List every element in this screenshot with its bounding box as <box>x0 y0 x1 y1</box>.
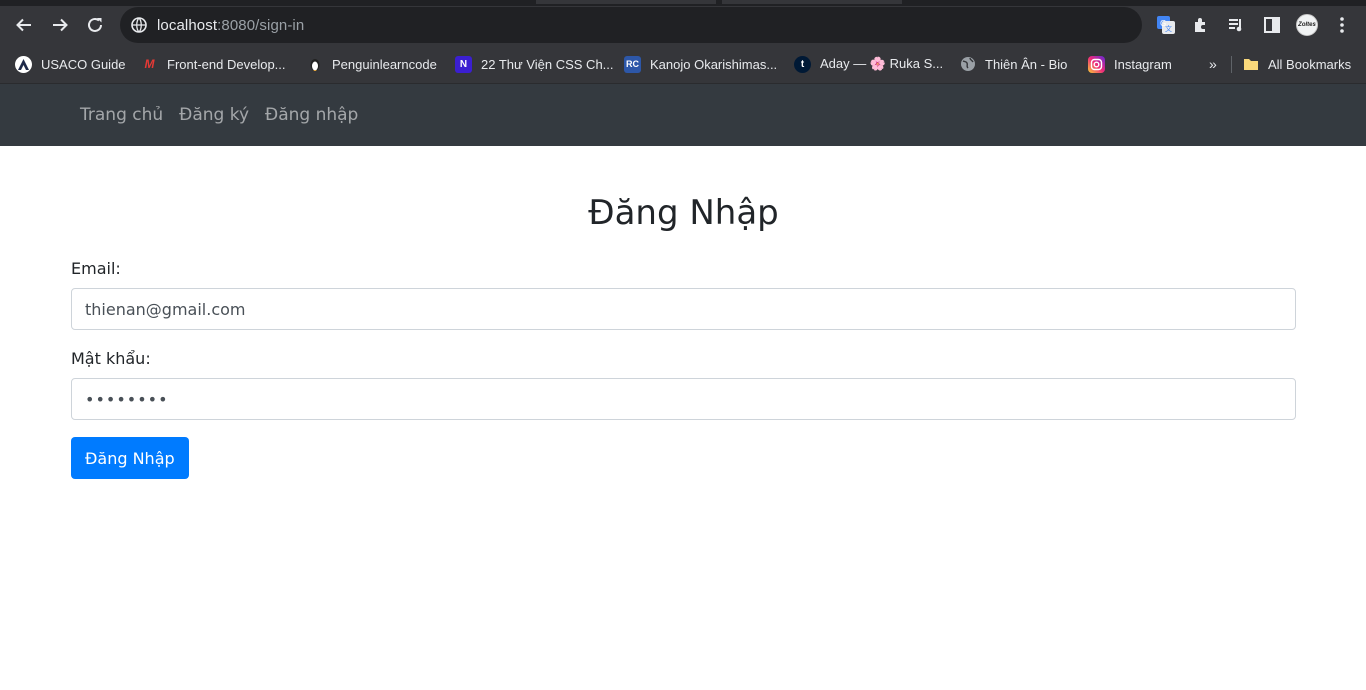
bookmarks-overflow-button[interactable]: » <box>1209 44 1217 84</box>
tab-fragment[interactable] <box>536 0 716 4</box>
forward-arrow-icon <box>53 18 68 32</box>
site-navbar: Trang chủ Đăng ký Đăng nhập <box>0 84 1366 146</box>
bookmark-label: Front-end Develop... <box>167 56 286 72</box>
bookmark-css-libraries[interactable]: N 22 Thư Viện CSS Ch... <box>455 44 614 84</box>
address-bar[interactable]: localhost:8080/sign-in <box>120 7 1142 43</box>
bookmark-label: Instagram <box>1114 56 1172 72</box>
email-field[interactable] <box>71 288 1296 330</box>
browser-toolbar: localhost:8080/sign-in G文 Zoltes <box>0 6 1366 44</box>
back-button[interactable] <box>11 13 37 37</box>
globe-icon <box>959 56 976 73</box>
fm-logo-icon: M <box>144 57 155 71</box>
n-logo-icon: N <box>455 55 472 73</box>
url-host: localhost <box>157 16 218 34</box>
site-info-icon[interactable] <box>131 17 147 33</box>
login-form: Email: Mật khẩu: Đăng Nhập <box>71 259 1296 479</box>
bookmark-bio[interactable]: Thiên Ân - Bio <box>959 44 1067 84</box>
reload-icon <box>88 17 102 32</box>
nav-link-register[interactable]: Đăng ký <box>171 105 257 125</box>
bookmark-kanojo[interactable]: RC Kanojo Okarishimas... <box>624 44 777 84</box>
url-path: :8080/sign-in <box>217 16 305 34</box>
forward-button[interactable] <box>47 13 73 37</box>
password-field[interactable] <box>71 378 1296 420</box>
tab-fragment[interactable] <box>722 0 902 4</box>
login-button[interactable]: Đăng Nhập <box>71 437 189 479</box>
profile-avatar[interactable]: Zoltes <box>1296 14 1318 36</box>
profile-avatar-text: Zoltes <box>1296 14 1318 36</box>
bookmark-instagram[interactable]: Instagram <box>1088 44 1172 84</box>
all-bookmarks-button[interactable]: All Bookmarks <box>1242 44 1351 84</box>
bookmark-label: Penguinlearncode <box>332 56 437 72</box>
bookmark-frontend[interactable]: M Front-end Develop... <box>141 44 286 84</box>
bookmark-label: Aday — 🌸 Ruka S... <box>820 56 944 71</box>
media-control-icon[interactable] <box>1225 14 1247 36</box>
page-title: Đăng Nhập <box>588 193 779 233</box>
instagram-icon <box>1088 55 1105 73</box>
bookmark-label: Thiên Ân - Bio <box>985 56 1068 72</box>
bookmark-label: Kanojo Okarishimas... <box>650 56 778 72</box>
bookmark-aday[interactable]: t Aday — 🌸 Ruka S... <box>794 44 943 84</box>
password-label: Mật khẩu: <box>71 349 151 368</box>
browser-menu-icon[interactable] <box>1331 14 1353 36</box>
url-text[interactable]: localhost:8080/sign-in <box>157 17 304 34</box>
nav-link-home[interactable]: Trang chủ <box>72 105 171 125</box>
email-label: Email: <box>71 259 121 278</box>
back-arrow-icon <box>16 18 31 32</box>
usaco-logo-icon <box>15 55 32 73</box>
penguin-icon <box>306 56 323 73</box>
all-bookmarks-label: All Bookmarks <box>1268 56 1352 72</box>
svg-text:文: 文 <box>1165 24 1172 33</box>
reload-button[interactable] <box>82 13 108 37</box>
tumblr-icon: t <box>794 55 811 73</box>
extensions-icon[interactable] <box>1190 14 1212 36</box>
bookmarks-divider <box>1231 56 1232 73</box>
google-translate-icon[interactable]: G文 <box>1155 14 1177 36</box>
nav-link-login[interactable]: Đăng nhập <box>257 105 366 125</box>
login-container: Đăng Nhập Email: Mật khẩu: Đăng Nhập <box>0 193 1366 479</box>
folder-icon <box>1242 56 1259 73</box>
bookmarks-bar: USACO Guide M Front-end Develop... Pengui… <box>0 44 1366 84</box>
bookmark-penguin[interactable]: Penguinlearncode <box>306 44 437 84</box>
bookmark-label: USACO Guide <box>41 56 126 72</box>
bookmark-usaco[interactable]: USACO Guide <box>15 44 126 84</box>
bookmark-label: 22 Thư Viện CSS Ch... <box>481 56 614 72</box>
rc-logo-icon: RC <box>624 55 641 73</box>
side-panel-icon[interactable] <box>1261 14 1283 36</box>
